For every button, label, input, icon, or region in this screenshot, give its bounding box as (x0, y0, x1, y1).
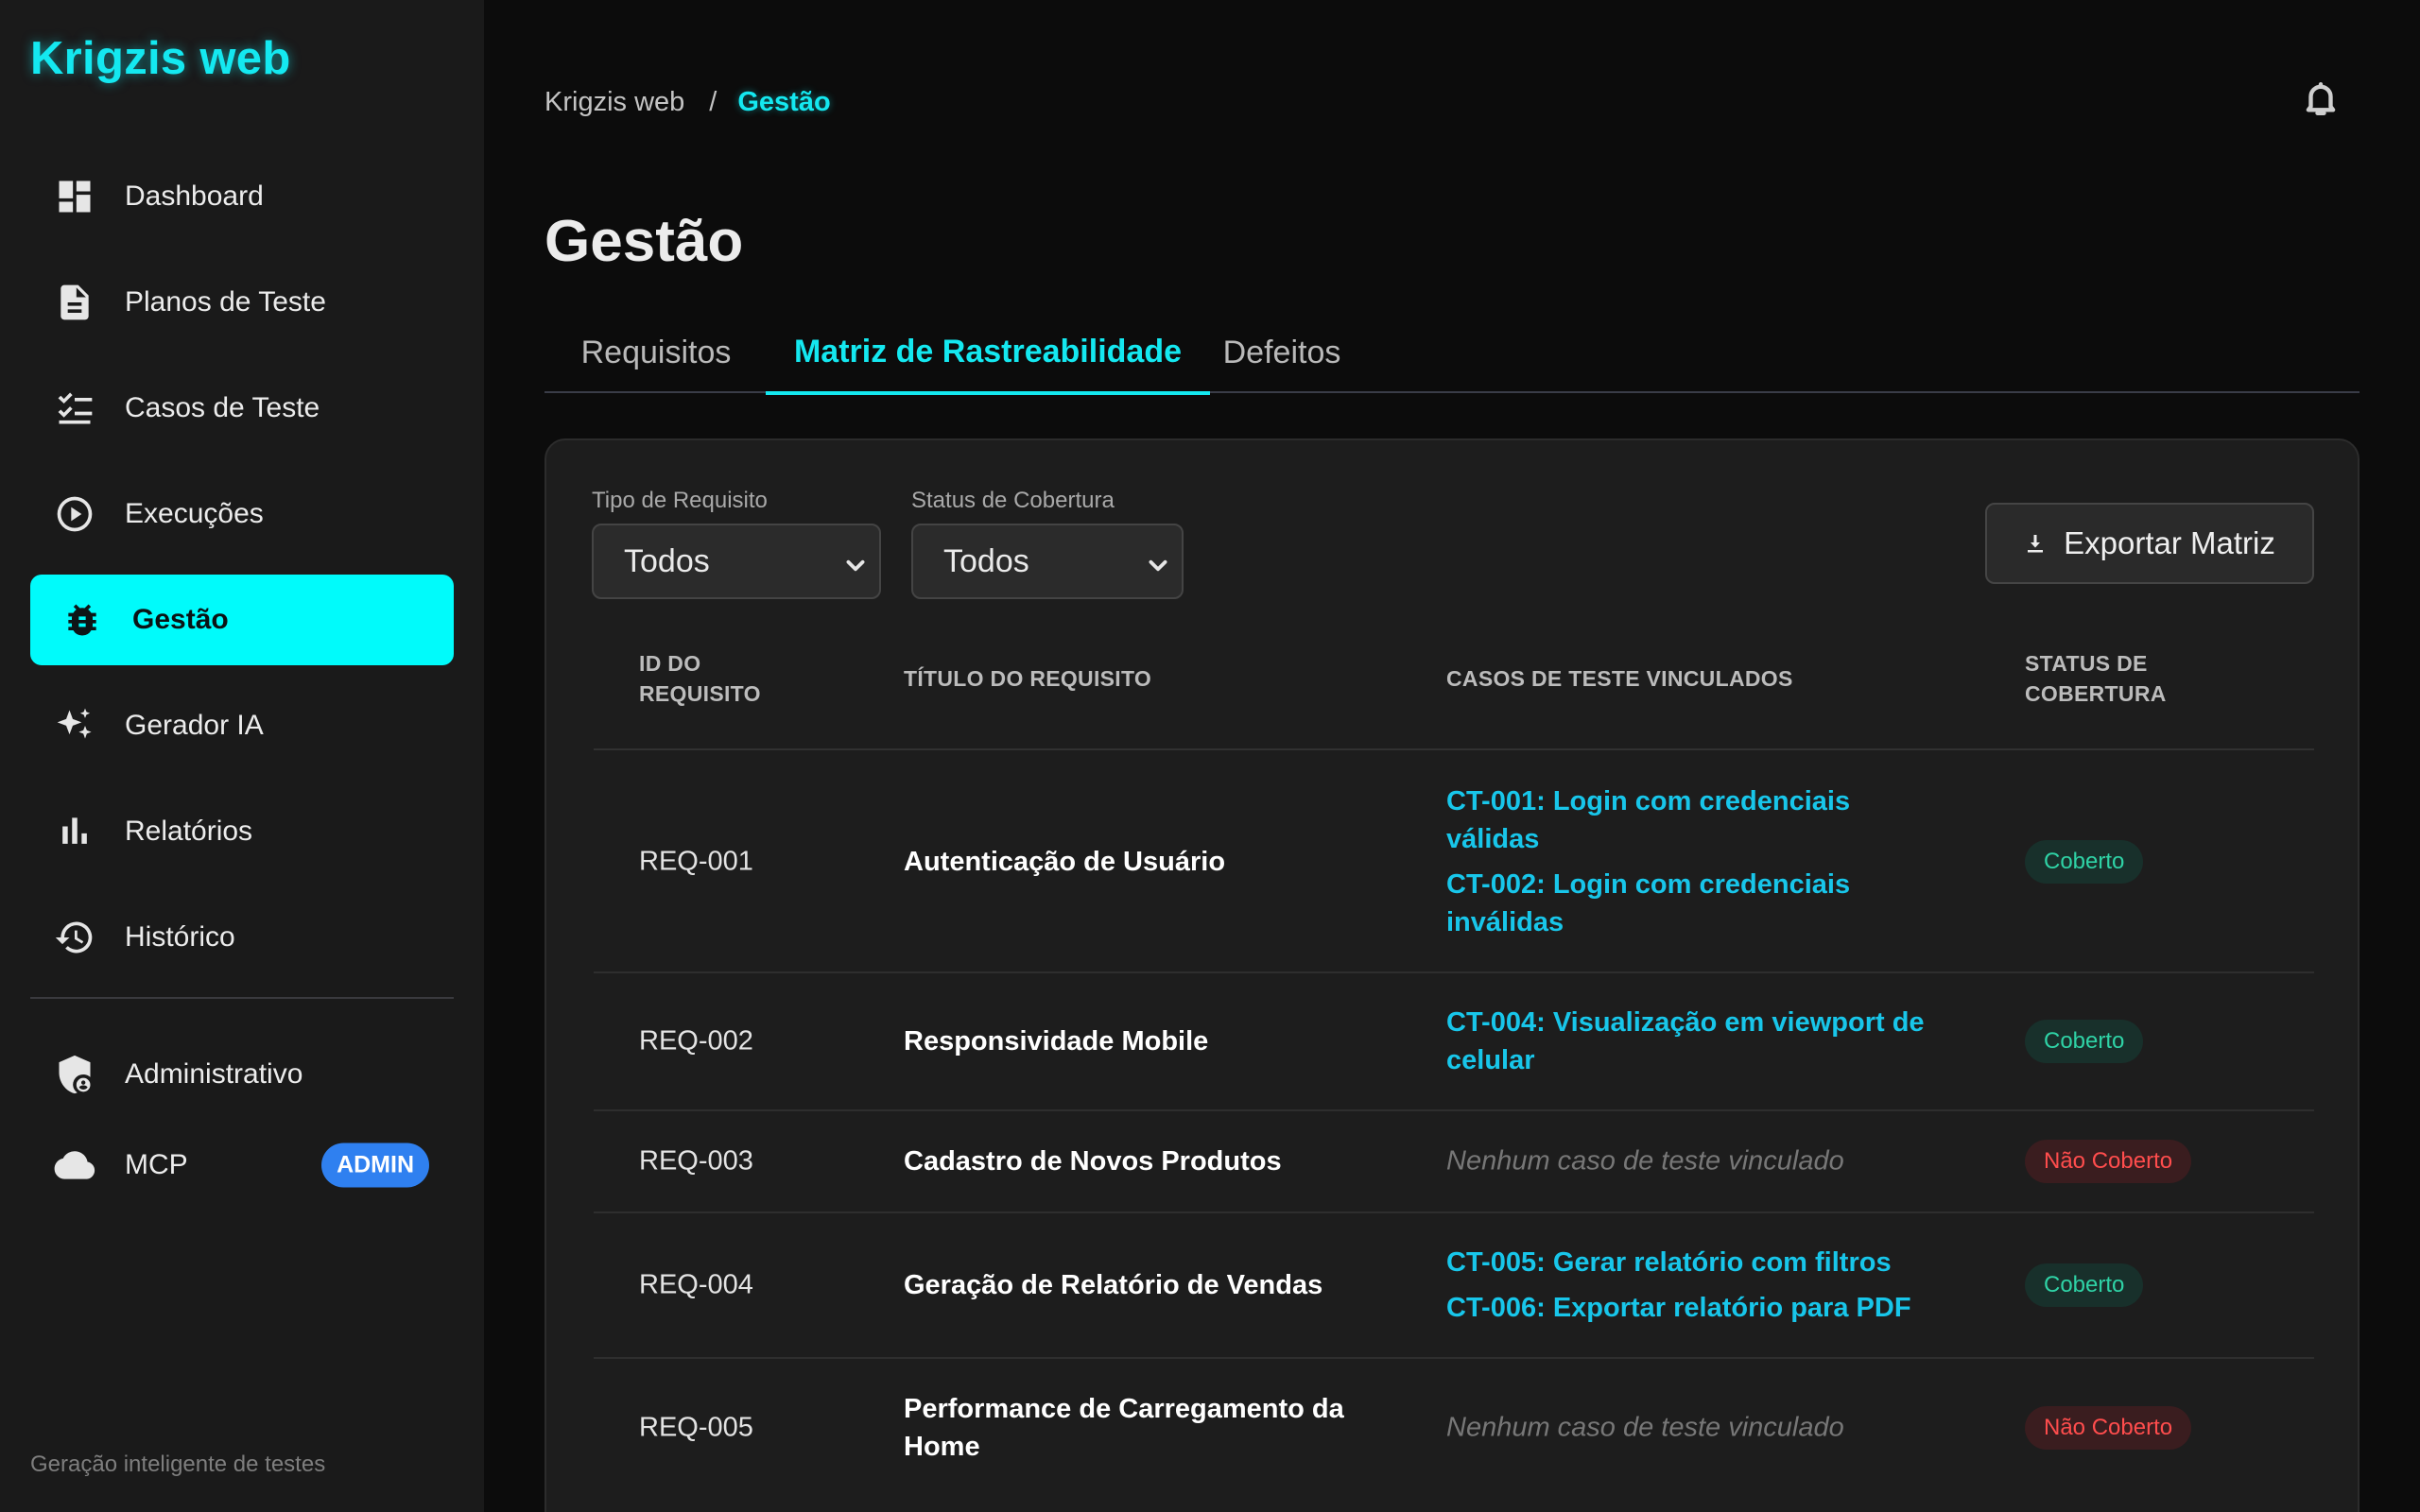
breadcrumb-current: Gestão (737, 87, 831, 117)
coverage-status-badge: Não Coberto (2025, 1406, 2192, 1450)
sidebar-item-label: MCP (125, 1149, 188, 1180)
tab-defeitos[interactable]: Defeitos (1210, 312, 1354, 393)
coverage-status-badge: Coberto (2025, 1263, 2144, 1307)
select-value: Todos (624, 542, 710, 579)
requirement-type-select[interactable]: Todos (592, 524, 881, 599)
play-circle-icon (53, 492, 96, 536)
column-header-linked-cases: CASOS DE TESTE VINCULADOS (1446, 666, 1793, 691)
table-row: REQ-005 Performance de Carregamento da H… (594, 1359, 2314, 1497)
export-matrix-label: Exportar Matriz (2064, 525, 2275, 560)
bell-icon[interactable] (2301, 77, 2341, 119)
sidebar-item-label: Histórico (125, 921, 235, 953)
test-case-link[interactable]: CT-006: Exportar relatório para PDF (1446, 1289, 1938, 1327)
column-header-id: ID DO REQUISITO (639, 651, 761, 706)
test-case-link[interactable]: CT-004: Visualização em viewport de celu… (1446, 1004, 1938, 1079)
sidebar-item-label: Relatórios (125, 816, 253, 847)
requirement-title: Responsividade Mobile (904, 1026, 1209, 1057)
table-row: REQ-004 Geração de Relatório de Vendas C… (594, 1213, 2314, 1359)
linked-test-cases: CT-004: Visualização em viewport de celu… (1446, 1004, 1938, 1079)
no-linked-cases-text: Nenhum caso de teste vinculado (1446, 1412, 1844, 1443)
requirement-id: REQ-005 (639, 1412, 753, 1443)
sidebar-item-planos-de-teste[interactable]: Planos de Teste (30, 257, 454, 348)
sidebar: Krigzis web Dashboard Planos de Teste Ca… (0, 0, 484, 1512)
sidebar-item-administrativo[interactable]: Administrativo (30, 1029, 454, 1120)
linked-test-cases: CT-005: Gerar relatório com filtros CT-0… (1446, 1244, 1938, 1327)
chevron-down-icon (843, 549, 868, 574)
requirement-id: REQ-002 (639, 1025, 753, 1057)
admin-shield-icon (53, 1053, 96, 1096)
filter-type-label: Tipo de Requisito (592, 488, 768, 513)
breadcrumb-separator: / (709, 87, 717, 117)
coverage-status-badge: Coberto (2025, 1020, 2144, 1063)
bar-chart-icon (53, 810, 96, 853)
breadcrumb-root[interactable]: Krigzis web (544, 87, 684, 118)
column-header-title: TÍTULO DO REQUISITO (904, 666, 1152, 691)
sidebar-item-historico[interactable]: Histórico (30, 892, 454, 983)
requirement-title: Geração de Relatório de Vendas (904, 1270, 1323, 1300)
requirement-title: Performance de Carregamento da Home (904, 1394, 1344, 1462)
select-value: Todos (943, 542, 1029, 579)
coverage-status-badge: Não Coberto (2025, 1140, 2192, 1183)
requirement-title: Cadastro de Novos Produtos (904, 1146, 1282, 1177)
sidebar-item-relatorios[interactable]: Relatórios (30, 786, 454, 877)
test-case-link[interactable]: CT-005: Gerar relatório com filtros (1446, 1244, 1938, 1281)
breadcrumb: Krigzis web / Gestão (544, 87, 831, 118)
sidebar-item-mcp[interactable]: MCP ADMIN (30, 1120, 454, 1211)
sidebar-item-label: Planos de Teste (125, 286, 326, 318)
sidebar-divider (30, 997, 454, 999)
test-case-link[interactable]: CT-001: Login com credenciais válidas (1446, 782, 1938, 858)
download-icon (2028, 535, 2044, 553)
tab-bar: Requisitos Matriz de Rastreabilidade Def… (544, 312, 2360, 395)
table-row: REQ-003 Cadastro de Novos Produtos Nenhu… (594, 1111, 2314, 1213)
coverage-status-badge: Coberto (2025, 840, 2144, 884)
no-linked-cases-text: Nenhum caso de teste vinculado (1446, 1145, 1844, 1177)
test-case-link[interactable]: CT-002: Login com credenciais inválidas (1446, 866, 1938, 941)
tab-requisitos[interactable]: Requisitos (544, 312, 768, 393)
filter-coverage-label: Status de Cobertura (911, 488, 1115, 513)
tab-matriz-de-rastreabilidade[interactable]: Matriz de Rastreabilidade (766, 312, 1210, 395)
table-row: REQ-001 Autenticação de Usuário CT-001: … (594, 752, 2314, 973)
requirement-id: REQ-001 (639, 846, 753, 877)
brand-logo[interactable]: Krigzis web (30, 32, 291, 85)
requirement-id: REQ-003 (639, 1145, 753, 1177)
bug-icon (60, 598, 104, 642)
sidebar-item-label: Casos de Teste (125, 392, 320, 423)
cloud-icon (53, 1143, 96, 1187)
sidebar-tagline: Geração inteligente de testes (30, 1452, 326, 1477)
table-row: REQ-002 Responsividade Mobile CT-004: Vi… (594, 973, 2314, 1111)
requirement-title: Autenticação de Usuário (904, 847, 1226, 877)
document-icon (53, 281, 96, 324)
sidebar-item-label: Execuções (125, 498, 264, 529)
page-title: Gestão (544, 209, 744, 274)
chevron-down-icon (1146, 549, 1170, 574)
checklist-icon (53, 387, 96, 430)
sidebar-item-gerador-ia[interactable]: Gerador IA (30, 680, 454, 771)
sparkle-icon (53, 704, 96, 747)
sidebar-item-gestao[interactable]: Gestão (30, 575, 454, 665)
history-icon (53, 916, 96, 959)
sidebar-item-casos-de-teste[interactable]: Casos de Teste (30, 363, 454, 454)
table-header: ID DO REQUISITO TÍTULO DO REQUISITO CASOS… (594, 629, 2314, 750)
linked-test-cases: CT-001: Login com credenciais válidas CT… (1446, 782, 1938, 941)
sidebar-item-dashboard[interactable]: Dashboard (30, 151, 454, 242)
requirement-id: REQ-004 (639, 1269, 753, 1300)
sidebar-item-label: Administrativo (125, 1058, 303, 1090)
traceability-matrix-card: Tipo de Requisito Todos Status de Cobert… (544, 438, 2360, 1512)
sidebar-item-label: Dashboard (125, 180, 264, 212)
sidebar-item-label: Gerador IA (125, 710, 264, 741)
column-header-coverage: STATUS DE COBERTURA (2025, 651, 2167, 706)
export-matrix-button[interactable]: Exportar Matriz (1985, 503, 2314, 584)
dashboard-icon (53, 175, 96, 218)
sidebar-item-execucoes[interactable]: Execuções (30, 469, 454, 559)
sidebar-item-label: Gestão (132, 604, 229, 635)
coverage-status-select[interactable]: Todos (911, 524, 1184, 599)
admin-badge: ADMIN (321, 1143, 429, 1188)
